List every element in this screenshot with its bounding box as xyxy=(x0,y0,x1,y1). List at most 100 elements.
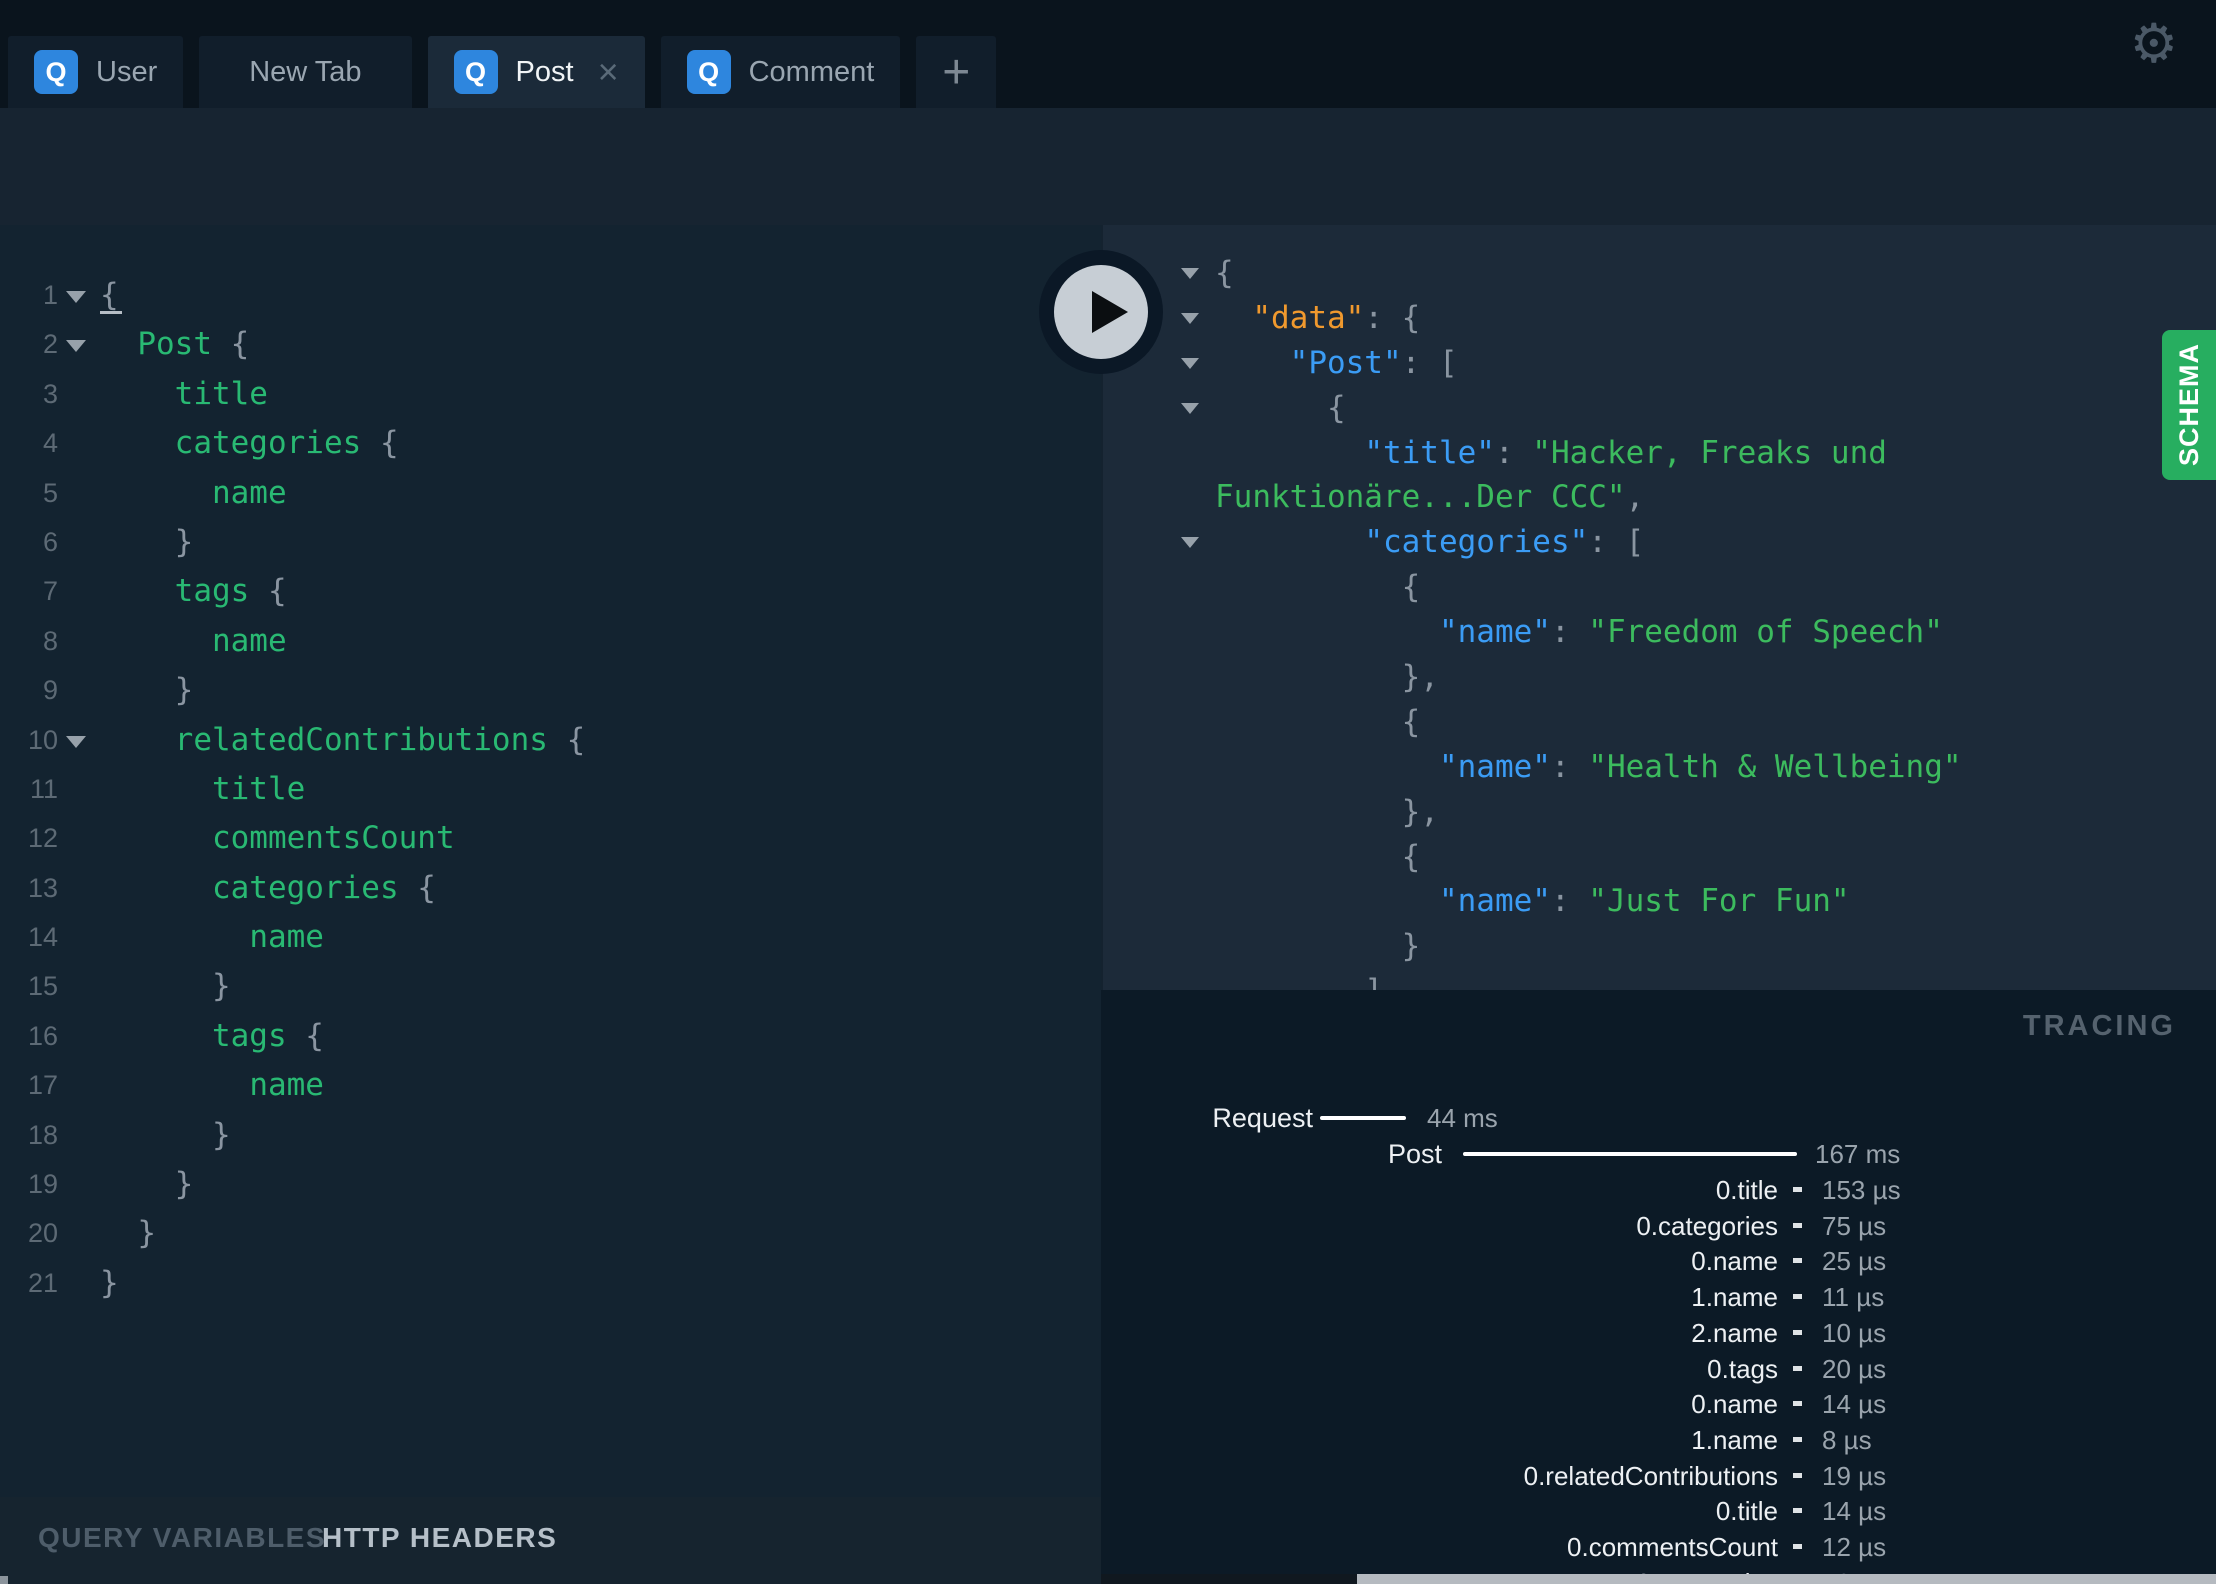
response-line: { xyxy=(1215,703,1421,740)
response-pane: { "data": { "Post": [ { "title": "Hacker… xyxy=(1101,225,2216,990)
response-line: "name": "Freedom of Speech" xyxy=(1438,614,1943,651)
tab-label: User xyxy=(96,55,158,88)
tracing-field-label: 2.name xyxy=(1691,1317,1778,1348)
tracing-duration-value: 10 µs xyxy=(1822,1317,1887,1348)
fold-arrow-icon[interactable] xyxy=(1181,357,1199,369)
line-number: 13 xyxy=(27,872,58,903)
editor-line: 14 name xyxy=(0,913,1101,962)
tracing-field-label: 0.name xyxy=(1691,1389,1778,1420)
line-number: 11 xyxy=(29,773,58,804)
editor-line: 1{ xyxy=(0,271,1101,320)
line-number: 18 xyxy=(27,1119,58,1150)
execute-button[interactable] xyxy=(1039,250,1163,374)
tracing-duration-bar xyxy=(1320,1116,1406,1120)
line-number: 8 xyxy=(42,625,58,656)
tracing-duration-value: 11 µs xyxy=(1822,1282,1885,1313)
execute-button-circle xyxy=(1054,265,1148,359)
fold-arrow-icon[interactable] xyxy=(66,735,86,748)
tracing-duration-tick xyxy=(1793,1258,1802,1264)
tab-comment[interactable]: Q Comment xyxy=(660,36,901,108)
query-badge: Q xyxy=(34,50,78,94)
tracing-duration-tick xyxy=(1793,1401,1802,1407)
schema-tab-label: SCHEMA xyxy=(2173,343,2204,467)
editor-line: 21} xyxy=(0,1259,1101,1308)
schema-tab-button[interactable]: SCHEMA xyxy=(2162,330,2216,480)
tracing-duration-tick xyxy=(1793,1365,1802,1371)
editor-line: 10 relatedContributions { xyxy=(0,716,1101,765)
tracing-field-label: 0.name xyxy=(1691,1246,1778,1277)
tab-bar: Q User New Tab Q Post × Q Comment + ⚙ xyxy=(0,0,2216,108)
text-cursor xyxy=(100,311,122,314)
tab-post[interactable]: Q Post × xyxy=(427,36,645,108)
code-text: } xyxy=(100,523,194,560)
response-line: "Post": [ xyxy=(1103,341,2216,386)
tracing-duration-value: 14 µs xyxy=(1822,1496,1887,1527)
query-badge: Q xyxy=(453,50,498,94)
tracing-duration-value: 19 µs xyxy=(1822,1460,1887,1491)
fold-arrow-icon[interactable] xyxy=(1181,268,1199,279)
code-text: tags { xyxy=(211,1017,324,1054)
query-editor-pane[interactable]: 1{2 Post {3 title 4 categories {5 name 6 }… xyxy=(0,225,1101,1497)
tracing-field-label: 0.title xyxy=(1715,1175,1778,1205)
toolbar: PRETTIFY HISTORY http://localhost:4000/ … xyxy=(0,108,2216,309)
tracing-field-label: 1.name xyxy=(1691,1425,1778,1456)
tracing-duration-tick xyxy=(1793,1544,1802,1550)
editor-line: 16 tags { xyxy=(0,1012,1101,1061)
http-headers-tab[interactable]: HTTP HEADERS xyxy=(322,1522,557,1554)
editor-lines: 1{2 Post {3 title 4 categories {5 name 6 }… xyxy=(0,271,1101,1308)
tracing-duration-bar xyxy=(1463,1152,1797,1156)
code-text: categories { xyxy=(211,869,436,906)
line-number: 9 xyxy=(42,675,58,706)
tab-user[interactable]: Q User xyxy=(8,36,184,108)
graphql-playground-window: Q User New Tab Q Post × Q Comment + ⚙ PRETTIFY H… xyxy=(0,0,2216,1584)
code-text: } xyxy=(100,1166,194,1203)
response-line: { xyxy=(1215,838,1421,875)
tab-label: New Tab xyxy=(249,55,362,88)
line-number: 15 xyxy=(27,971,58,1002)
fold-arrow-icon[interactable] xyxy=(66,291,86,303)
tab-new-tab[interactable]: New Tab xyxy=(199,36,412,108)
query-variables-tab[interactable]: QUERY VARIABLES xyxy=(38,1522,326,1554)
tracing-span-label: Request xyxy=(1212,1103,1313,1133)
fold-arrow-icon[interactable] xyxy=(1181,537,1199,549)
new-tab-button[interactable]: + xyxy=(916,36,997,108)
close-tab-icon[interactable]: × xyxy=(598,54,619,90)
tracing-field-label: 1.name xyxy=(1691,1282,1778,1313)
line-number: 17 xyxy=(27,1070,58,1101)
response-line: "categories": [ xyxy=(1103,520,2216,565)
editor-line: 7 tags { xyxy=(0,567,1101,616)
tracing-duration-value: 44 ms xyxy=(1427,1103,1498,1133)
tracing-duration-tick xyxy=(1793,1472,1802,1478)
fold-arrow-icon[interactable] xyxy=(1181,312,1199,324)
editor-line: 8 name xyxy=(0,617,1101,666)
code-text: Post { xyxy=(137,326,250,363)
code-text: categories { xyxy=(174,425,399,462)
code-text: commentsCount xyxy=(211,820,455,857)
horizontal-scrollbar-thumb[interactable] xyxy=(1357,1574,2216,1584)
tracing-panel: TRACING Request 44 ms Post 167 ms 0.title 153… xyxy=(1101,990,2216,1584)
editor-line: 20 } xyxy=(0,1209,1101,1258)
fold-arrow-icon[interactable] xyxy=(66,340,86,353)
tracing-row: 0.title 14 µs xyxy=(1101,1493,2216,1529)
line-number: 16 xyxy=(27,1020,58,1051)
tracing-field-label: 0.title xyxy=(1715,1496,1778,1527)
fold-arrow-icon[interactable] xyxy=(1181,402,1199,414)
tracing-field-label: 0.tags xyxy=(1707,1353,1778,1384)
tab-list: Q User New Tab Q Post × Q Comment + xyxy=(8,36,997,108)
tracing-field-label: 0.relatedContributions xyxy=(1523,1460,1778,1491)
editor-line: 15 } xyxy=(0,962,1101,1011)
settings-gear-icon[interactable]: ⚙ xyxy=(2130,12,2178,75)
editor-line: 17 name xyxy=(0,1061,1101,1110)
editor-line: 6 } xyxy=(0,518,1101,567)
response-line: }, xyxy=(1215,793,1439,830)
query-badge: Q xyxy=(686,50,731,94)
code-text: relatedContributions { xyxy=(174,721,586,758)
code-text: } xyxy=(100,1215,156,1252)
tracing-span-label: Post xyxy=(1387,1139,1442,1169)
line-number: 2 xyxy=(42,329,58,360)
response-line: } xyxy=(1215,928,1421,965)
tracing-row: 0.tags 20 µs xyxy=(1101,1351,2216,1387)
tracing-row: 0.name 25 µs xyxy=(1101,1243,2216,1279)
response-line: "data": { xyxy=(1103,296,2216,341)
editor-line: 4 categories { xyxy=(0,419,1101,468)
